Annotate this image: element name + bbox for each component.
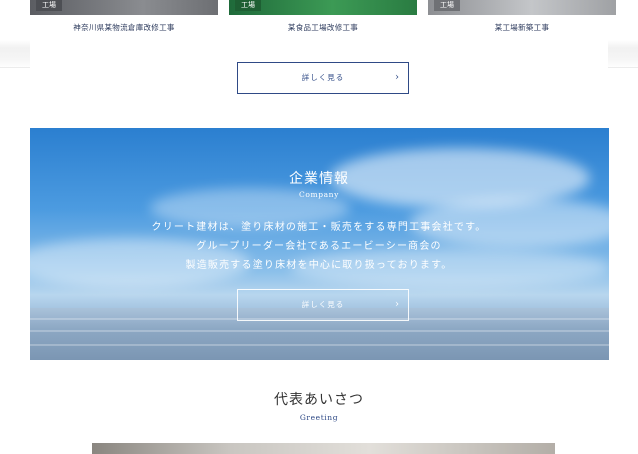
company-subtitle: Company xyxy=(299,190,339,199)
company-description-line: 製造販売する塗り床材を中心に取り扱っております。 xyxy=(185,260,453,271)
category-tag: 工場 xyxy=(36,0,62,11)
city-texture xyxy=(30,330,609,332)
category-tag: 工場 xyxy=(235,0,261,11)
greeting-photo xyxy=(92,443,555,454)
card-title[interactable]: 某食品工場改修工事 xyxy=(229,22,417,33)
button-label: 詳しく見る xyxy=(301,73,345,82)
city-texture xyxy=(30,344,609,346)
arrow-right-icon: › xyxy=(395,299,400,310)
works-card[interactable]: 工場 某工場新築工事 xyxy=(428,0,616,40)
button-label: 詳しく見る xyxy=(301,300,345,309)
works-card[interactable]: 工場 神奈川県某物流倉庫改修工事 xyxy=(30,0,218,40)
company-description-line: クリート建材は、塗り床材の施工・販売をする専門工事会社です。 xyxy=(151,222,487,233)
works-card[interactable]: 工場 某食品工場改修工事 xyxy=(229,0,417,40)
arrow-right-icon: › xyxy=(395,72,400,83)
company-description-line: グループリーダー会社であるエービーシー商会の xyxy=(196,241,442,252)
works-more-button[interactable]: 詳しく見る › xyxy=(237,62,409,94)
category-tag: 工場 xyxy=(434,0,460,11)
company-title: 企業情報 xyxy=(289,171,349,187)
company-more-button[interactable]: 詳しく見る › xyxy=(237,289,409,321)
card-title[interactable]: 某工場新築工事 xyxy=(428,22,616,33)
greeting-subtitle: Greeting xyxy=(299,413,339,422)
card-title[interactable]: 神奈川県某物流倉庫改修工事 xyxy=(30,22,218,33)
greeting-title: 代表あいさつ xyxy=(274,392,364,408)
